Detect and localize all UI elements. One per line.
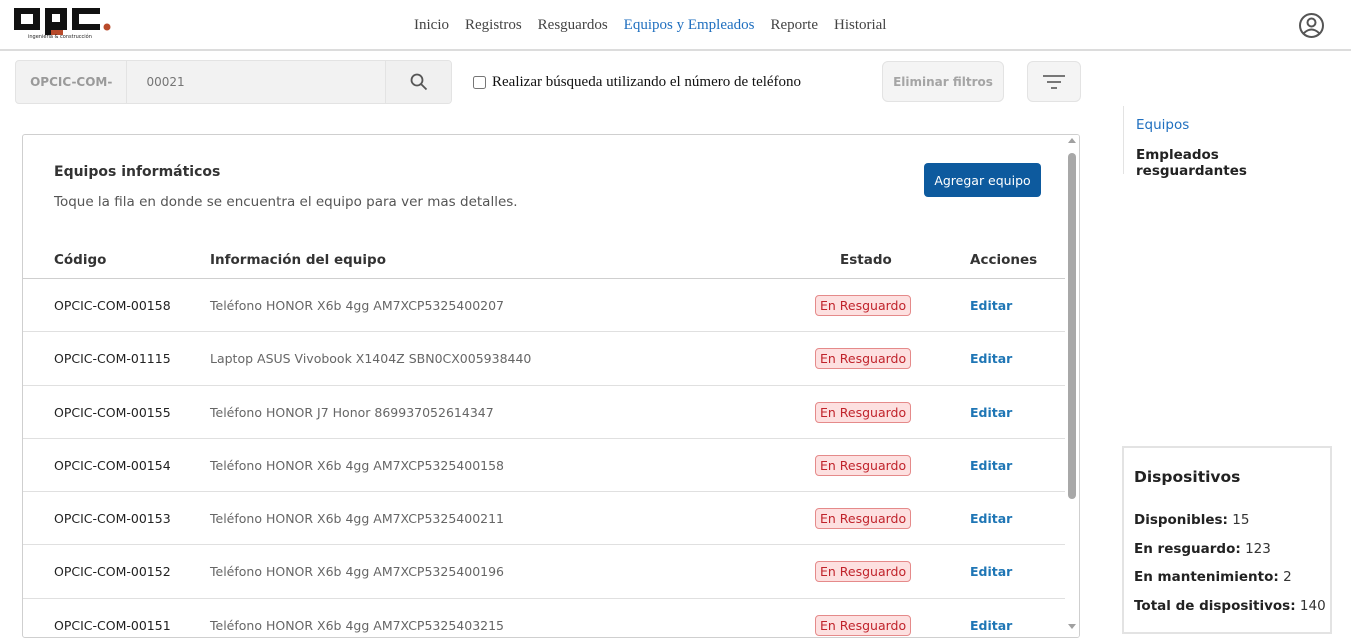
devices-available: Disponibles: 15 — [1134, 512, 1249, 528]
nav-equipos-empleados[interactable]: Equipos y Empleados — [624, 15, 755, 35]
devices-total: Total de dispositivos: 140 — [1134, 598, 1326, 614]
row-code: OPCIC-COM-00154 — [54, 457, 171, 473]
devices-available-label: Disponibles: — [1134, 512, 1228, 528]
status-badge: En Resguardo — [815, 614, 912, 636]
row-code: OPCIC-COM-00151 — [54, 617, 171, 633]
row-info: Teléfono HONOR X6b 4gg AM7XCP5325403215 — [210, 617, 505, 633]
section-link-empleados[interactable]: Empleados resguardantes — [1136, 147, 1333, 179]
table-row[interactable]: OPCIC-COM-00158 Teléfono HONOR X6b 4gg A… — [23, 279, 1065, 333]
row-info: Teléfono HONOR X6b 4gg AM7XCP5325400158 — [210, 457, 505, 473]
nav-historial[interactable]: Historial — [834, 15, 887, 35]
edit-link[interactable]: Editar — [970, 458, 1012, 473]
row-code: OPCIC-COM-01115 — [54, 351, 171, 367]
table-header: Código Información del equipo Estado Acc… — [23, 239, 1065, 279]
edit-link[interactable]: Editar — [970, 511, 1012, 526]
phone-search-option[interactable]: Realizar búsqueda utilizando el número d… — [473, 74, 801, 91]
search-group: OPCIC-COM- — [15, 60, 452, 104]
devices-summary: Dispositivos Disponibles: 15 En resguard… — [1122, 446, 1332, 634]
row-code: OPCIC-COM-00155 — [54, 404, 171, 420]
phone-search-checkbox[interactable] — [473, 76, 486, 89]
status-badge: En Resguardo — [815, 561, 912, 583]
opc-logo[interactable]: ingeniería & construcción — [14, 8, 114, 44]
edit-link[interactable]: Editar — [970, 298, 1012, 313]
devices-total-value: 140 — [1299, 598, 1326, 614]
row-info: Teléfono HONOR X6b 4gg AM7XCP5325400196 — [210, 564, 505, 580]
section-nav: Equipos Empleados resguardantes — [1123, 106, 1333, 179]
filter-button[interactable] — [1027, 61, 1081, 102]
scroll-thumb[interactable] — [1068, 153, 1076, 499]
status-badge: En Resguardo — [815, 454, 912, 476]
status-badge: En Resguardo — [815, 295, 912, 316]
devices-title: Dispositivos — [1134, 468, 1241, 486]
column-actions: Acciones — [970, 252, 1038, 268]
nav-reporte[interactable]: Reporte — [771, 15, 818, 35]
equipment-card: Equipos informáticos Toque la fila en do… — [22, 134, 1080, 638]
devices-total-label: Total de dispositivos: — [1134, 598, 1296, 614]
section-link-equipos[interactable]: Equipos — [1136, 117, 1189, 133]
logo-tagline: ingeniería & construcción — [28, 34, 92, 40]
column-info: Información del equipo — [210, 252, 386, 268]
row-code: OPCIC-COM-00152 — [54, 564, 171, 580]
status-badge: En Resguardo — [815, 348, 912, 370]
row-info: Laptop ASUS Vivobook X1404Z SBN0CX005938… — [210, 351, 532, 367]
table-body: OPCIC-COM-00158 Teléfono HONOR X6b 4gg A… — [23, 279, 1065, 637]
nav-inicio[interactable]: Inicio — [414, 15, 449, 35]
card-title: Equipos informáticos — [54, 164, 221, 180]
edit-link[interactable]: Editar — [970, 351, 1012, 366]
nav-registros[interactable]: Registros — [465, 15, 522, 35]
row-info: Teléfono HONOR J7 Honor 869937052614347 — [210, 404, 494, 420]
row-info: Teléfono HONOR X6b 4gg AM7XCP5325400211 — [210, 511, 505, 527]
row-code: OPCIC-COM-00153 — [54, 511, 171, 527]
edit-link[interactable]: Editar — [970, 618, 1012, 633]
card-scrollbar[interactable] — [1065, 135, 1079, 637]
phone-search-label: Realizar búsqueda utilizando el número d… — [492, 74, 802, 90]
devices-in-custody: En resguardo: 123 — [1134, 541, 1271, 557]
edit-link[interactable]: Editar — [970, 405, 1012, 420]
table-row[interactable]: OPCIC-COM-00154 Teléfono HONOR X6b 4gg A… — [23, 439, 1065, 493]
row-info: Teléfono HONOR X6b 4gg AM7XCP5325400207 — [210, 298, 505, 313]
search-button[interactable] — [385, 61, 451, 103]
table-row[interactable]: OPCIC-COM-00155 Teléfono HONOR J7 Honor … — [23, 386, 1065, 439]
devices-available-value: 15 — [1232, 512, 1250, 528]
table-row[interactable]: OPCIC-COM-00151 Teléfono HONOR X6b 4gg A… — [23, 599, 1065, 637]
table-row[interactable]: OPCIC-COM-00152 Teléfono HONOR X6b 4gg A… — [23, 545, 1065, 599]
table-row[interactable]: OPCIC-COM-01115 Laptop ASUS Vivobook X14… — [23, 332, 1065, 386]
devices-maintenance-value: 2 — [1283, 569, 1292, 585]
main-nav: Inicio Registros Resguardos Equipos y Em… — [414, 15, 902, 35]
search-icon — [410, 73, 427, 91]
search-input[interactable] — [127, 61, 386, 103]
search-prefix: OPCIC-COM- — [16, 61, 128, 103]
card-subtitle: Toque la fila en donde se encuentra el e… — [54, 194, 518, 210]
scroll-down-arrow-icon[interactable] — [1068, 624, 1076, 629]
column-status: Estado — [840, 252, 892, 268]
devices-maintenance: En mantenimiento: 2 — [1134, 569, 1292, 585]
status-badge: En Resguardo — [815, 401, 912, 423]
nav-resguardos[interactable]: Resguardos — [538, 15, 608, 35]
clear-filters-button[interactable]: Eliminar filtros — [882, 61, 1004, 102]
edit-link[interactable]: Editar — [970, 564, 1012, 579]
scroll-up-arrow-icon[interactable] — [1068, 138, 1076, 143]
top-header: ingeniería & construcción Inicio Registr… — [0, 0, 1351, 51]
devices-in-custody-label: En resguardo: — [1134, 541, 1241, 557]
devices-maintenance-label: En mantenimiento: — [1134, 569, 1279, 585]
status-badge: En Resguardo — [815, 508, 912, 530]
column-code: Código — [54, 252, 107, 268]
add-equipment-button[interactable]: Agregar equipo — [924, 163, 1041, 197]
row-code: OPCIC-COM-00158 — [54, 298, 171, 313]
user-circle-icon[interactable] — [1298, 12, 1325, 39]
devices-in-custody-value: 123 — [1245, 541, 1271, 557]
table-row[interactable]: OPCIC-COM-00153 Teléfono HONOR X6b 4gg A… — [23, 492, 1065, 546]
filter-icon — [1043, 74, 1065, 89]
